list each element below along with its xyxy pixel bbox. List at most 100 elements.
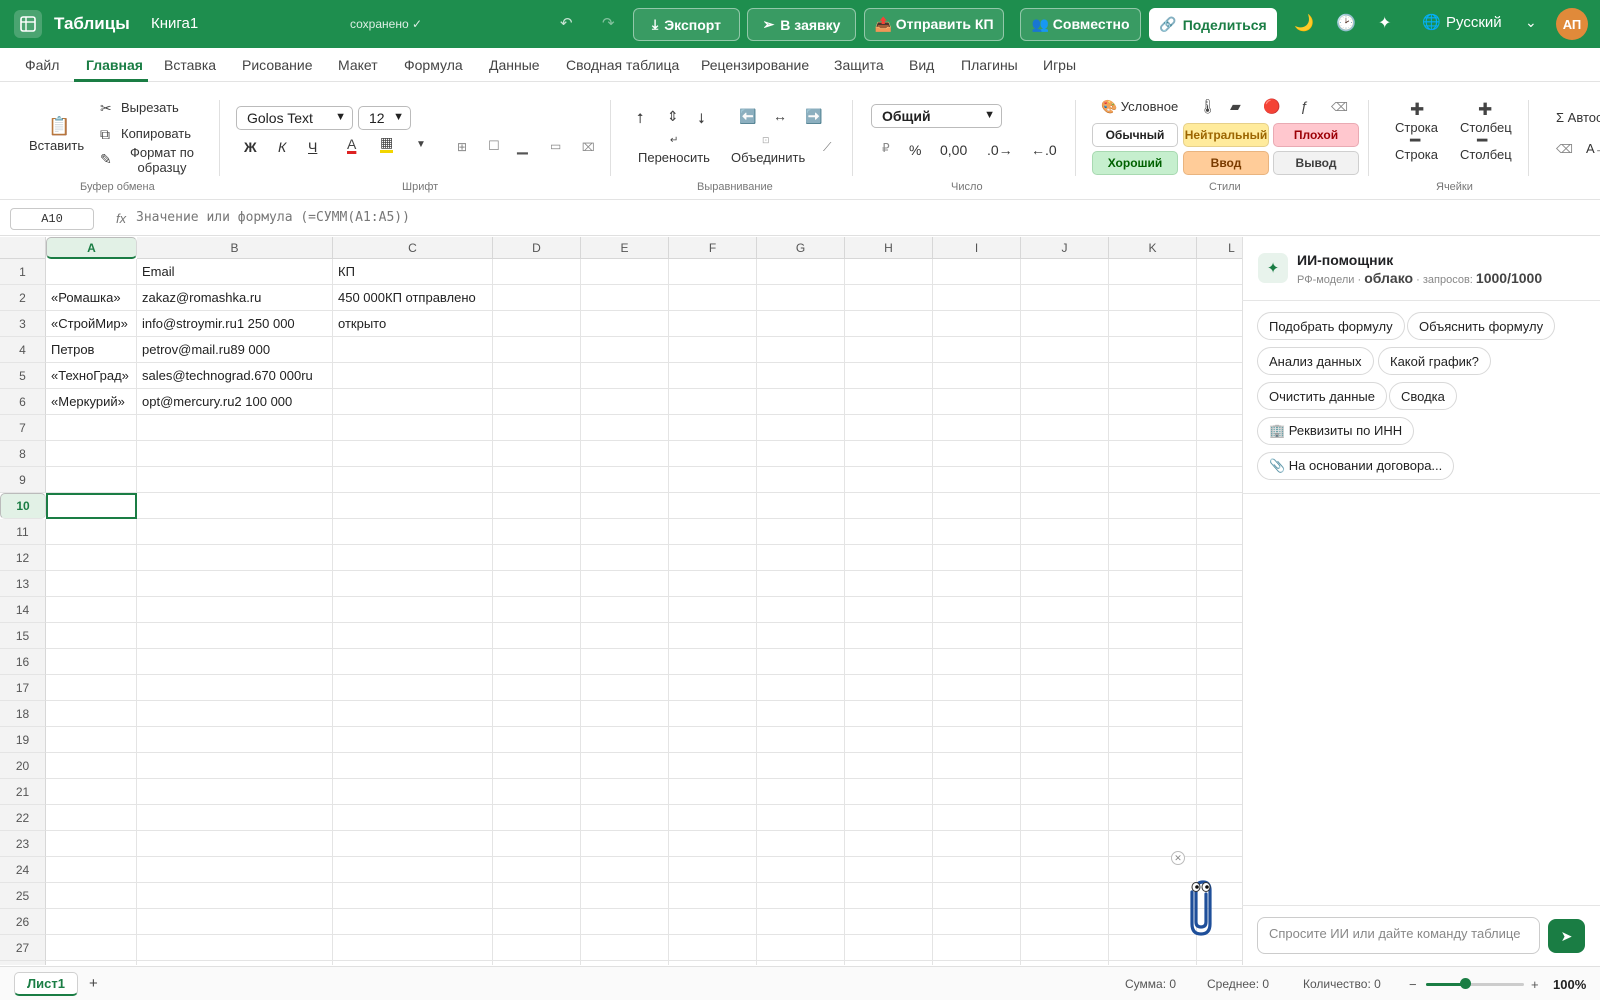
- cell-c26[interactable]: [333, 909, 493, 935]
- font-size-select[interactable]: 12 ▼: [358, 106, 411, 130]
- menu-draw[interactable]: Рисование: [242, 57, 313, 73]
- align-bottom-icon[interactable]: ⭣: [698, 110, 705, 127]
- column-header-f[interactable]: F: [669, 237, 757, 259]
- cell-i17[interactable]: [933, 675, 1021, 701]
- menu-games[interactable]: Игры: [1043, 57, 1076, 73]
- cell-k5[interactable]: [1109, 363, 1197, 389]
- style-neutral[interactable]: Нейтральный: [1183, 123, 1269, 147]
- cell-b20[interactable]: [137, 753, 333, 779]
- row-header-1[interactable]: 1: [0, 259, 46, 285]
- cell-d9[interactable]: [493, 467, 581, 493]
- cell-e5[interactable]: [581, 363, 669, 389]
- cell-c4[interactable]: [333, 337, 493, 363]
- menu-view[interactable]: Вид: [909, 57, 934, 73]
- row-header-10[interactable]: 10: [0, 493, 46, 519]
- cell-f13[interactable]: [669, 571, 757, 597]
- cell-a7[interactable]: [46, 415, 137, 441]
- column-header-j[interactable]: J: [1021, 237, 1109, 259]
- cell-c5[interactable]: [333, 363, 493, 389]
- cell-d6[interactable]: [493, 389, 581, 415]
- percent-button[interactable]: %: [909, 142, 921, 158]
- cell-d8[interactable]: [493, 441, 581, 467]
- row-header-5[interactable]: 5: [0, 363, 46, 389]
- cell-d7[interactable]: [493, 415, 581, 441]
- cell-f3[interactable]: [669, 311, 757, 337]
- cell-f9[interactable]: [669, 467, 757, 493]
- cell-a12[interactable]: [46, 545, 137, 571]
- cell-i27[interactable]: [933, 935, 1021, 961]
- cell-k11[interactable]: [1109, 519, 1197, 545]
- chip-which-chart[interactable]: Какой график?: [1378, 347, 1491, 375]
- row-header-18[interactable]: 18: [0, 701, 46, 727]
- cell-h8[interactable]: [845, 441, 933, 467]
- border-outline-icon[interactable]: ▭: [550, 139, 561, 153]
- cell-e28[interactable]: [581, 961, 669, 965]
- autosum-button[interactable]: Σ Автос: [1556, 110, 1600, 125]
- menu-home[interactable]: Главная: [86, 57, 143, 73]
- undo-icon[interactable]: ↶: [560, 14, 573, 32]
- cell-j16[interactable]: [1021, 649, 1109, 675]
- align-left-icon[interactable]: ⬅️: [739, 108, 756, 125]
- font-family-select[interactable]: Golos Text ▼: [236, 106, 353, 130]
- cell-l11[interactable]: [1197, 519, 1242, 545]
- cell-i24[interactable]: [933, 857, 1021, 883]
- cell-e16[interactable]: [581, 649, 669, 675]
- row-header-7[interactable]: 7: [0, 415, 46, 441]
- cell-f20[interactable]: [669, 753, 757, 779]
- cell-d17[interactable]: [493, 675, 581, 701]
- row-header-4[interactable]: 4: [0, 337, 46, 363]
- orientation-icon[interactable]: ⟋: [823, 140, 831, 155]
- cell-c8[interactable]: [333, 441, 493, 467]
- cell-b9[interactable]: [137, 467, 333, 493]
- cell-i1[interactable]: [933, 259, 1021, 285]
- cell-l21[interactable]: [1197, 779, 1242, 805]
- cell-e6[interactable]: [581, 389, 669, 415]
- cell-b19[interactable]: [137, 727, 333, 753]
- cell-h25[interactable]: [845, 883, 933, 909]
- cell-j12[interactable]: [1021, 545, 1109, 571]
- cell-c24[interactable]: [333, 857, 493, 883]
- menu-protect[interactable]: Защита: [834, 57, 884, 73]
- red-circle-icon[interactable]: 🔴: [1263, 98, 1280, 115]
- cell-g7[interactable]: [757, 415, 845, 441]
- row-header-16[interactable]: 16: [0, 649, 46, 675]
- row-header-21[interactable]: 21: [0, 779, 46, 805]
- cell-h4[interactable]: [845, 337, 933, 363]
- cell-k6[interactable]: [1109, 389, 1197, 415]
- cell-l6[interactable]: [1197, 389, 1242, 415]
- cell-h2[interactable]: [845, 285, 933, 311]
- cell-h14[interactable]: [845, 597, 933, 623]
- cell-a1[interactable]: [46, 259, 137, 285]
- wrap-text-button[interactable]: Переносить: [638, 150, 710, 165]
- cell-g23[interactable]: [757, 831, 845, 857]
- cell-d18[interactable]: [493, 701, 581, 727]
- cell-d28[interactable]: [493, 961, 581, 965]
- cell-k15[interactable]: [1109, 623, 1197, 649]
- cell-e25[interactable]: [581, 883, 669, 909]
- cell-f5[interactable]: [669, 363, 757, 389]
- cell-a16[interactable]: [46, 649, 137, 675]
- cell-c27[interactable]: [333, 935, 493, 961]
- cell-g2[interactable]: [757, 285, 845, 311]
- column-header-b[interactable]: B: [137, 237, 333, 259]
- cell-l20[interactable]: [1197, 753, 1242, 779]
- font-color-icon[interactable]: A: [347, 136, 356, 152]
- cell-d22[interactable]: [493, 805, 581, 831]
- cell-g9[interactable]: [757, 467, 845, 493]
- share-button[interactable]: 🔗 Поделиться: [1149, 8, 1277, 41]
- cell-g28[interactable]: [757, 961, 845, 965]
- cell-e15[interactable]: [581, 623, 669, 649]
- cell-f1[interactable]: [669, 259, 757, 285]
- zoom-in-button[interactable]: +: [1531, 977, 1539, 992]
- menu-insert[interactable]: Вставка: [164, 57, 216, 73]
- document-title[interactable]: Книга1: [151, 15, 198, 32]
- cell-l12[interactable]: [1197, 545, 1242, 571]
- cell-g18[interactable]: [757, 701, 845, 727]
- cell-a26[interactable]: [46, 909, 137, 935]
- column-header-d[interactable]: D: [493, 237, 581, 259]
- cell-b14[interactable]: [137, 597, 333, 623]
- cell-i10[interactable]: [933, 493, 1021, 519]
- cell-i22[interactable]: [933, 805, 1021, 831]
- chip-pick-formula[interactable]: Подобрать формулу: [1257, 312, 1405, 340]
- cell-i11[interactable]: [933, 519, 1021, 545]
